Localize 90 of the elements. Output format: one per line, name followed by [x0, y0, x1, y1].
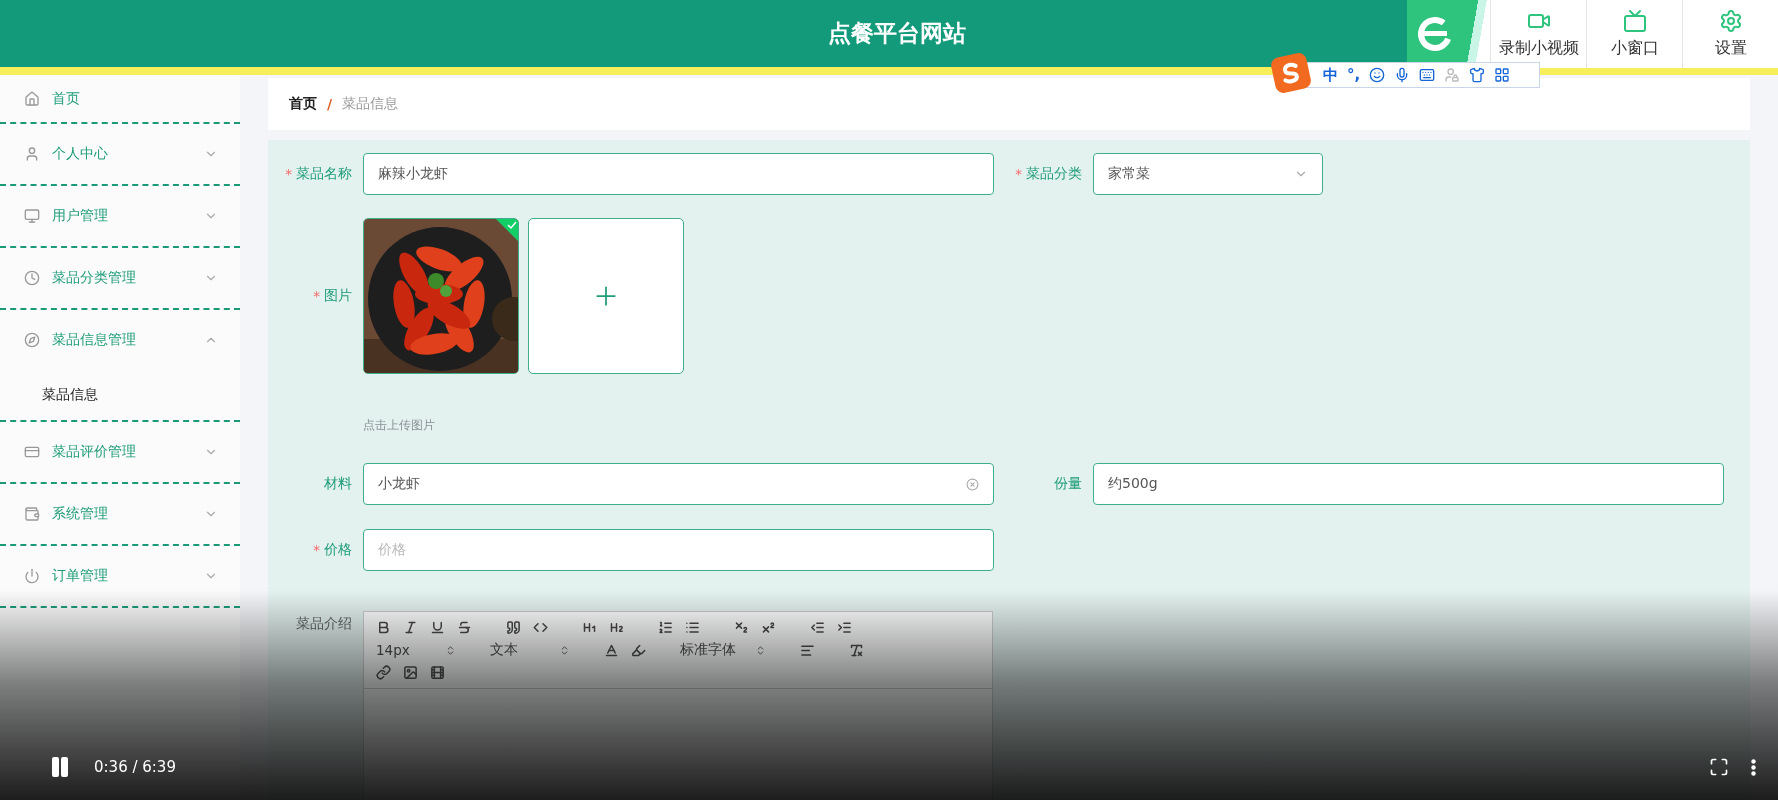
- breadcrumb-separator: /: [327, 96, 333, 112]
- sidebar-label: 用户管理: [52, 207, 109, 225]
- align-left-icon[interactable]: [800, 642, 815, 658]
- rich-text-editor[interactable]: 14px 文本 标准字体: [363, 611, 993, 800]
- more-button[interactable]: [1751, 758, 1756, 776]
- upload-button[interactable]: [528, 218, 684, 374]
- clear-format-icon[interactable]: [849, 642, 864, 658]
- code-icon[interactable]: [533, 620, 548, 635]
- field-label: 价格: [324, 541, 352, 559]
- compass-icon: [24, 332, 40, 348]
- house-icon: [24, 90, 40, 107]
- site-title: 点餐平台网站: [828, 19, 966, 48]
- text-color-icon[interactable]: [604, 642, 619, 658]
- sidebar-item[interactable]: 订单管理: [0, 546, 240, 606]
- film-icon[interactable]: [430, 665, 445, 680]
- sidebar-subitem[interactable]: 菜品信息: [0, 370, 240, 420]
- wallet-icon: [24, 506, 40, 522]
- field-label: 材料: [324, 475, 352, 493]
- sidebar-item[interactable]: 菜品评价管理: [0, 422, 240, 482]
- heading-two-icon[interactable]: [609, 620, 624, 635]
- ordered-list-icon[interactable]: [658, 620, 673, 635]
- punctuation-mode[interactable]: °,: [1347, 66, 1361, 84]
- fullscreen-icon: [1709, 757, 1729, 777]
- monitor-icon: [24, 208, 40, 224]
- required-mark: *: [1015, 166, 1022, 182]
- field-label: 菜品名称: [296, 165, 352, 183]
- sidebar-label: 菜品信息管理: [52, 331, 137, 349]
- power-icon: [24, 568, 40, 584]
- sidebar-item[interactable]: 菜品信息管理: [0, 310, 240, 370]
- grid-icon[interactable]: [1494, 67, 1511, 83]
- link-icon[interactable]: [376, 665, 391, 680]
- upload-hint: 点击上传图片: [363, 418, 436, 433]
- more-icon: [1751, 758, 1756, 776]
- toolbar-button[interactable]: 小窗口: [1586, 0, 1682, 68]
- subscript-icon[interactable]: [734, 620, 749, 635]
- settings-icon: [1718, 9, 1743, 33]
- sidebar-item[interactable]: 菜品分类管理: [0, 248, 240, 308]
- underline-icon[interactable]: [430, 620, 445, 635]
- up-down-icon: [755, 644, 766, 656]
- outdent-icon[interactable]: [810, 620, 825, 635]
- sidebar-item[interactable]: 个人中心: [0, 124, 240, 184]
- keyboard-icon[interactable]: [1419, 67, 1436, 83]
- sidebar-label: 首页: [52, 89, 81, 108]
- superscript-icon[interactable]: [761, 620, 776, 635]
- bullet-list-icon[interactable]: [685, 620, 700, 635]
- required-mark: *: [313, 288, 320, 304]
- field-label: 菜品分类: [1026, 165, 1082, 183]
- heading-one-icon[interactable]: [582, 620, 597, 635]
- field-label: 份量: [1054, 475, 1082, 493]
- highlighter-icon[interactable]: [631, 642, 646, 658]
- sidebar-item[interactable]: 首页: [0, 75, 240, 122]
- sidebar-label: 菜品分类管理: [52, 269, 137, 287]
- input-mode[interactable]: 中: [1323, 65, 1338, 85]
- italic-icon[interactable]: [403, 620, 418, 635]
- heading-picker[interactable]: 文本: [490, 641, 570, 659]
- font-size-picker[interactable]: 14px: [376, 642, 456, 658]
- clock-icon: [24, 270, 40, 286]
- smiley-icon[interactable]: [1369, 67, 1386, 83]
- sidebar-label: 个人中心: [52, 145, 109, 163]
- breadcrumb-item[interactable]: 首页: [289, 95, 317, 113]
- card-icon: [24, 444, 40, 460]
- breadcrumb-item: 菜品信息: [342, 95, 399, 113]
- tv-icon: [1622, 9, 1647, 33]
- select-field[interactable]: 家常菜: [1093, 153, 1323, 195]
- required-mark: *: [285, 166, 292, 182]
- field-label: 菜品介绍: [296, 615, 352, 633]
- up-down-icon: [559, 644, 570, 656]
- required-mark: *: [313, 542, 320, 558]
- sidebar-item[interactable]: 系统管理: [0, 484, 240, 544]
- sidebar-item[interactable]: 用户管理: [0, 186, 240, 246]
- up-down-icon: [445, 644, 456, 656]
- playback-time: 0:36 / 6:39: [94, 758, 177, 776]
- font-family-picker[interactable]: 标准字体: [680, 641, 766, 659]
- sidebar-label: 菜品评价管理: [52, 443, 137, 461]
- bold-icon[interactable]: [376, 620, 391, 635]
- toolbar-button[interactable]: 设置: [1682, 0, 1778, 68]
- field-label: 图片: [324, 287, 352, 305]
- input-field[interactable]: 麻辣小龙虾: [363, 153, 994, 195]
- image-icon[interactable]: [403, 665, 418, 680]
- sidebar-label: 订单管理: [52, 567, 109, 585]
- toolbar-button[interactable]: 录制小视频: [1490, 0, 1586, 68]
- strikethrough-icon[interactable]: [457, 620, 472, 635]
- input-field[interactable]: 小龙虾: [363, 463, 994, 505]
- fullscreen-button[interactable]: [1709, 757, 1729, 777]
- indent-icon[interactable]: [837, 620, 852, 635]
- input-field[interactable]: 约500g: [1093, 463, 1724, 505]
- quote-icon[interactable]: [506, 620, 521, 635]
- user-icon: [24, 146, 40, 162]
- sidebar-label: 系统管理: [52, 505, 109, 523]
- shirt-icon[interactable]: [1469, 67, 1486, 83]
